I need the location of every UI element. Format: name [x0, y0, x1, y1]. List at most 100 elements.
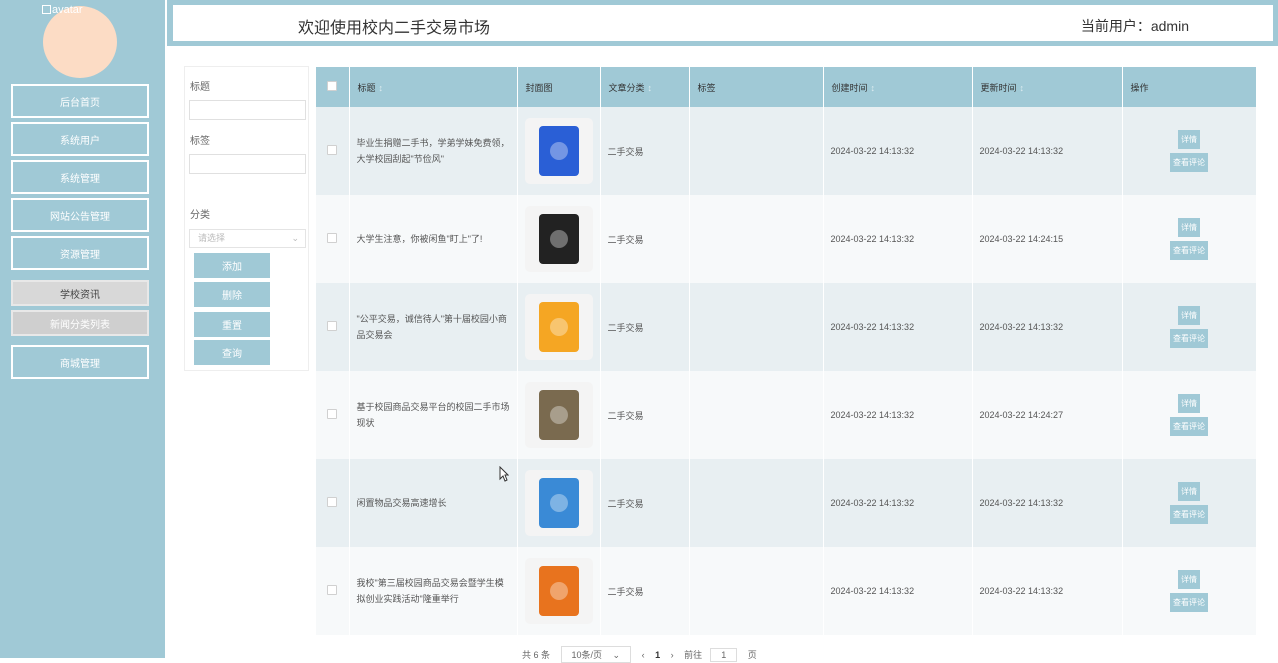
view-comments-button[interactable]: 查看评论 — [1170, 593, 1208, 612]
row-checkbox[interactable] — [327, 409, 338, 419]
row-category: 二手交易 — [600, 459, 690, 547]
cover-thumbnail-image[interactable] — [524, 382, 593, 448]
sidebar-item-label: 新闻分类列表 — [50, 319, 110, 331]
cover-thumbnail-image[interactable] — [524, 294, 593, 360]
view-comments-button[interactable]: 查看评论 — [1170, 417, 1208, 436]
row-actions: 详情 查看评论 — [1122, 371, 1257, 459]
page-size-select[interactable]: 10条/页 ⌄ — [560, 646, 632, 663]
cover-thumbnail-image[interactable] — [524, 558, 593, 624]
row-actions: 详情 查看评论 — [1122, 195, 1257, 283]
sidebar-item-system-users[interactable]: 系统用户 — [11, 122, 149, 156]
tag-filter-label: 标签 — [190, 136, 210, 147]
sidebar-item-resources[interactable]: 资源管理 — [11, 236, 149, 270]
detail-button[interactable]: 详情 — [1178, 394, 1200, 413]
sidebar-item-label: 系统管理 — [60, 173, 100, 185]
table-row: 大学生注意，你被闲鱼"盯上"了! 二手交易 2024-03-22 14:13:32 2… — [316, 195, 1257, 283]
avatar-alt-text: avatar — [52, 4, 83, 16]
add-button[interactable]: 添加 — [194, 253, 270, 278]
header: 欢迎使用校内二手交易市场 当前用户：admin — [167, 0, 1278, 46]
view-comments-button[interactable]: 查看评论 — [1170, 153, 1208, 172]
query-button-label: 查询 — [222, 349, 242, 360]
column-header-label: 创建时间 — [831, 82, 868, 93]
table-header-row: 标题 ↕ 封面图 文章分类 ↕ 标签 创建时间 ↕ 更新时间 ↕ 操作 — [316, 67, 1257, 107]
detail-button[interactable]: 详情 — [1178, 482, 1200, 501]
sort-icon[interactable]: ↕ — [648, 83, 653, 93]
column-header-title[interactable]: 标题 ↕ — [349, 67, 518, 107]
row-checkbox-cell — [316, 459, 350, 547]
title-filter-input[interactable] — [189, 100, 306, 120]
row-actions: 详情 查看评论 — [1122, 283, 1257, 371]
row-cover-cell — [517, 547, 601, 635]
pagination-total: 共 6 条 — [522, 650, 551, 660]
table-row: 我校"第三届校园商品交易会暨学生模拟创业实践活动"隆重举行 二手交易 2024-03… — [316, 547, 1257, 635]
query-button[interactable]: 查询 — [194, 340, 270, 365]
view-comments-button[interactable]: 查看评论 — [1170, 505, 1208, 524]
cover-thumbnail-image[interactable] — [524, 118, 593, 184]
column-header-updated[interactable]: 更新时间 ↕ — [972, 67, 1123, 107]
prev-page-icon[interactable]: ‹ — [642, 650, 645, 660]
select-all-checkbox[interactable] — [327, 81, 338, 91]
row-tags — [689, 107, 824, 195]
sidebar-item-system-management[interactable]: 系统管理 — [11, 160, 149, 194]
sidebar-item-mall[interactable]: 商城管理 — [11, 345, 149, 379]
category-filter-label: 分类 — [190, 210, 210, 221]
row-category: 二手交易 — [600, 107, 690, 195]
sort-icon[interactable]: ↕ — [871, 83, 876, 93]
current-user: 当前用户：admin — [1080, 18, 1189, 34]
row-title: 毕业生捐赠二手书，学弟学妹免费领，大学校园刮起"节俭风" — [349, 107, 518, 195]
detail-button[interactable]: 详情 — [1178, 570, 1200, 589]
sidebar-subitem-news-categories[interactable]: 新闻分类列表 — [11, 310, 149, 336]
avatar[interactable] — [43, 6, 117, 78]
detail-button[interactable]: 详情 — [1178, 130, 1200, 149]
table-row: 基于校园商品交易平台的校园二手市场现状 二手交易 2024-03-22 14:13:… — [316, 371, 1257, 459]
row-updated: 2024-03-22 14:13:32 — [972, 547, 1123, 635]
column-header-cover: 封面图 — [517, 67, 601, 107]
view-comments-button[interactable]: 查看评论 — [1170, 329, 1208, 348]
row-actions: 详情 查看评论 — [1122, 459, 1257, 547]
page-number-current[interactable]: 1 — [655, 650, 660, 660]
row-updated: 2024-03-22 14:24:27 — [972, 371, 1123, 459]
column-header-tags: 标签 — [689, 67, 824, 107]
cover-thumbnail-image[interactable] — [524, 470, 593, 536]
goto-page-input[interactable]: 1 — [710, 648, 738, 662]
row-checkbox[interactable] — [327, 233, 338, 243]
next-page-icon[interactable]: › — [671, 650, 674, 660]
row-created: 2024-03-22 14:13:32 — [823, 459, 973, 547]
row-checkbox[interactable] — [327, 585, 338, 595]
page-title: 欢迎使用校内二手交易市场 — [298, 20, 491, 37]
column-header-category[interactable]: 文章分类 ↕ — [600, 67, 690, 107]
tag-filter-input[interactable] — [189, 154, 306, 174]
sidebar-item-label: 后台首页 — [60, 97, 100, 109]
row-checkbox-cell — [316, 195, 350, 283]
reset-button[interactable]: 重置 — [194, 312, 270, 337]
category-select-placeholder: 请选择 — [198, 233, 226, 243]
row-checkbox[interactable] — [327, 145, 338, 155]
row-tags — [689, 371, 824, 459]
row-actions: 详情 查看评论 — [1122, 107, 1257, 195]
row-actions: 详情 查看评论 — [1122, 547, 1257, 635]
sidebar-item-label: 系统用户 — [60, 135, 100, 147]
row-checkbox[interactable] — [327, 321, 338, 331]
column-header-label: 封面图 — [525, 82, 553, 93]
sort-icon[interactable]: ↕ — [379, 83, 384, 93]
sidebar-item-home[interactable]: 后台首页 — [11, 84, 149, 118]
title-filter-label: 标题 — [190, 82, 210, 93]
row-created: 2024-03-22 14:13:32 — [823, 283, 973, 371]
cover-thumbnail-image[interactable] — [524, 206, 593, 272]
sort-icon[interactable]: ↕ — [1020, 83, 1025, 93]
row-cover-cell — [517, 107, 601, 195]
row-checkbox[interactable] — [327, 497, 338, 507]
delete-button[interactable]: 删除 — [194, 282, 270, 307]
row-cover-cell — [517, 195, 601, 283]
detail-button[interactable]: 详情 — [1178, 306, 1200, 325]
row-updated: 2024-03-22 14:13:32 — [972, 283, 1123, 371]
sidebar-item-announcements[interactable]: 网站公告管理 — [11, 198, 149, 232]
sidebar-item-school-news[interactable]: 学校资讯 — [11, 280, 149, 306]
view-comments-button[interactable]: 查看评论 — [1170, 241, 1208, 260]
column-header-created[interactable]: 创建时间 ↕ — [823, 67, 973, 107]
category-select[interactable]: 请选择 ⌄ — [189, 229, 306, 248]
column-header-label: 标题 — [357, 82, 376, 93]
detail-button[interactable]: 详情 — [1178, 218, 1200, 237]
row-tags — [689, 459, 824, 547]
goto-suffix: 页 — [747, 650, 757, 660]
